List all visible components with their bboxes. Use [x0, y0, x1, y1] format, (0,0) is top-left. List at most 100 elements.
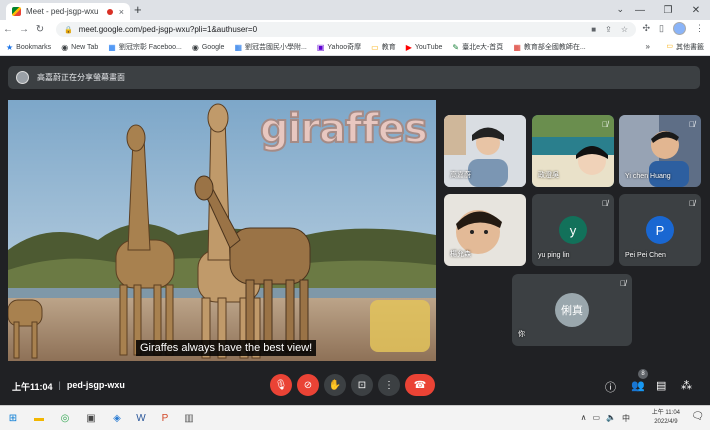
camera-toggle-button[interactable]: ⊘ [297, 374, 319, 396]
participant-name: 高嘉蔚 [450, 172, 471, 179]
bookmark-label: 教育部全國教師在... [523, 44, 586, 51]
folder-icon: ▭ [666, 43, 673, 50]
mic-toggle-button[interactable]: 🎙 [270, 374, 292, 396]
participant-tile[interactable]: 🎙̸ 政澄吳 [532, 115, 614, 187]
people-icon[interactable]: 👥 [631, 379, 645, 392]
participant-tile[interactable]: 🎙̸ Yi chen Huang [619, 115, 701, 187]
share-notice-text: 高嘉蔚正在分享螢幕畫面 [37, 73, 125, 82]
activities-icon[interactable]: ⁂ [681, 379, 692, 392]
tray-chevron-icon[interactable]: ∧ [581, 413, 587, 424]
taskbar-clock[interactable]: 上午 11:04 2022/4/9 [652, 409, 680, 427]
bookmark-item[interactable]: ◉ Google [192, 43, 225, 52]
bookmark-item[interactable]: ▦ 劉冠芸國民小學附... [234, 42, 306, 52]
bookmark-label: Bookmarks [16, 43, 52, 51]
page-icon: ▦ [234, 42, 242, 52]
file-explorer-icon[interactable]: ▬ [32, 411, 46, 425]
app-icon[interactable]: ◈ [110, 411, 124, 425]
participant-tile[interactable]: 高嘉蔚 [444, 115, 526, 187]
windows-taskbar: ⊞ ▬ ◎ ▣ ◈ W P ▥ ∧ ▭ 🔈 中 上午 11:04 2022/4/… [0, 405, 710, 430]
back-button[interactable]: ← [0, 24, 16, 35]
meeting-controls-bar: 上午11:04 | ped-jsgp-wxu 🎙 ⊘ ✋ ⊡ ⋮ ☎ ⓘ 👥 8… [0, 367, 710, 405]
share-icon[interactable]: ⇪ [605, 25, 612, 34]
participant-name: 楊允森 [450, 251, 471, 258]
meeting-code: ped-jsgp-wxu [66, 380, 125, 390]
separator: | [58, 380, 61, 390]
input-method-icon[interactable]: 中 [622, 413, 630, 424]
page-icon: ▦ [108, 42, 116, 52]
participant-tile[interactable]: 楊允森 [444, 194, 526, 266]
window-controls: — ❐ ✕ [626, 0, 710, 20]
page-icon: ▦ [513, 42, 521, 52]
bookmark-item[interactable]: ▣ Yahoo奇摩 [317, 42, 361, 52]
tab-search-icon[interactable]: ⌄ [616, 4, 624, 15]
bookmark-item[interactable]: ◉ New Tab [61, 43, 98, 52]
participant-name: Pei Pei Chen [625, 252, 666, 259]
bookmark-label: YouTube [414, 43, 443, 51]
windows-start-icon[interactable]: ⊞ [6, 411, 20, 425]
other-bookmarks[interactable]: ▭ 其他書籤 [666, 42, 704, 52]
bookmark-star-icon[interactable]: ☆ [621, 25, 628, 34]
extensions-puzzle-icon[interactable]: ✣ [643, 23, 651, 34]
app-icon[interactable]: ▥ [182, 411, 196, 425]
notification-icon[interactable]: 🗨 [691, 411, 704, 422]
reload-button[interactable]: ↻ [32, 24, 48, 35]
participant-tile[interactable]: 🎙̸ y yu ping lin [532, 194, 614, 266]
word-icon[interactable]: W [134, 411, 148, 425]
new-tab-button[interactable]: + [134, 2, 142, 17]
meet-stage: 高嘉蔚正在分享螢幕畫面 giraffes Giraffes always hav… [0, 56, 710, 405]
participant-avatar: P [646, 216, 674, 244]
browser-toolbar: ← → ↻ 🔒 meet.google.com/ped-jsgp-wxu?pli… [0, 20, 710, 39]
tab-meet[interactable]: Meet - ped-jsgp-wxu × [6, 3, 130, 20]
present-button[interactable]: ⊡ [351, 374, 373, 396]
bookmark-item[interactable]: ▭ 教育 [371, 42, 396, 52]
youtube-icon: ▶ [405, 42, 412, 52]
minimize-button[interactable]: — [626, 0, 654, 20]
forward-button[interactable]: → [16, 24, 32, 35]
volume-icon[interactable]: 🔈 [606, 413, 616, 424]
tab-close-button[interactable]: × [119, 7, 124, 17]
bookmark-label: New Tab [71, 43, 99, 51]
meeting-details-icon[interactable]: ⓘ [605, 379, 616, 395]
bookmarks-overflow-button[interactable]: » [646, 42, 650, 51]
address-bar[interactable]: 🔒 meet.google.com/ped-jsgp-wxu?pli=1&aut… [56, 22, 636, 37]
other-bookmarks-label: 其他書籤 [676, 44, 704, 51]
close-window-button[interactable]: ✕ [682, 0, 710, 20]
google-icon: ◉ [191, 42, 199, 52]
bookmark-label: 劉冠芸國民小學附... [245, 44, 307, 51]
raise-hand-button[interactable]: ✋ [324, 374, 346, 396]
profile-avatar[interactable] [673, 22, 686, 35]
app-icon[interactable]: ▣ [84, 411, 98, 425]
mic-off-icon: 🎙̸ [689, 120, 695, 129]
bookmark-item[interactable]: ▶ YouTube [406, 43, 443, 52]
chrome-menu-icon[interactable]: ⋮ [695, 23, 704, 34]
chat-icon[interactable]: ▤ [656, 379, 666, 392]
sidebar-icon[interactable]: ▯ [659, 23, 664, 34]
restore-button[interactable]: ❐ [654, 0, 682, 20]
url-text: meet.google.com/ped-jsgp-wxu?pli=1&authu… [78, 25, 258, 34]
mic-off-icon: 🎙̸ [689, 199, 695, 208]
camera-in-use-icon[interactable]: ■ [591, 25, 596, 34]
globe-icon: ◉ [61, 42, 69, 52]
presenter-avatar [16, 71, 29, 84]
recording-indicator-icon [106, 8, 113, 15]
participant-name: Yi chen Huang [625, 173, 671, 180]
self-tile[interactable]: 🎙̸ 俐真 你 [512, 274, 632, 346]
participant-tile[interactable]: 🎙̸ P Pei Pei Chen [619, 194, 701, 266]
system-tray: ∧ ▭ 🔈 中 [581, 413, 630, 424]
chrome-icon[interactable]: ◎ [58, 411, 72, 425]
network-icon[interactable]: ▭ [592, 413, 600, 424]
presentation-video[interactable]: giraffes Giraffes always have the best v… [8, 100, 436, 361]
bookmark-item[interactable]: ▦ 教育部全國教師在... [513, 42, 585, 52]
meeting-info: 上午11:04 | ped-jsgp-wxu [12, 380, 125, 393]
bookmark-item[interactable]: ▦ 劉冠宗彰 Faceboo... [108, 42, 182, 52]
bookmark-item[interactable]: ★ Bookmarks [6, 43, 51, 52]
end-call-button[interactable]: ☎ [405, 374, 435, 396]
powerpoint-icon[interactable]: P [158, 411, 172, 425]
bookmark-label: 臺北e大-首頁 [462, 44, 504, 51]
bookmark-item[interactable]: ✎ 臺北e大-首頁 [452, 42, 503, 52]
more-options-button[interactable]: ⋮ [378, 374, 400, 396]
show-logo [370, 300, 430, 352]
bookmarks-bar: ★ Bookmarks ◉ New Tab ▦ 劉冠宗彰 Faceboo... ◉ Go… [0, 39, 710, 56]
self-avatar: 俐真 [555, 293, 589, 327]
presenting-banner: 高嘉蔚正在分享螢幕畫面 [8, 66, 700, 89]
